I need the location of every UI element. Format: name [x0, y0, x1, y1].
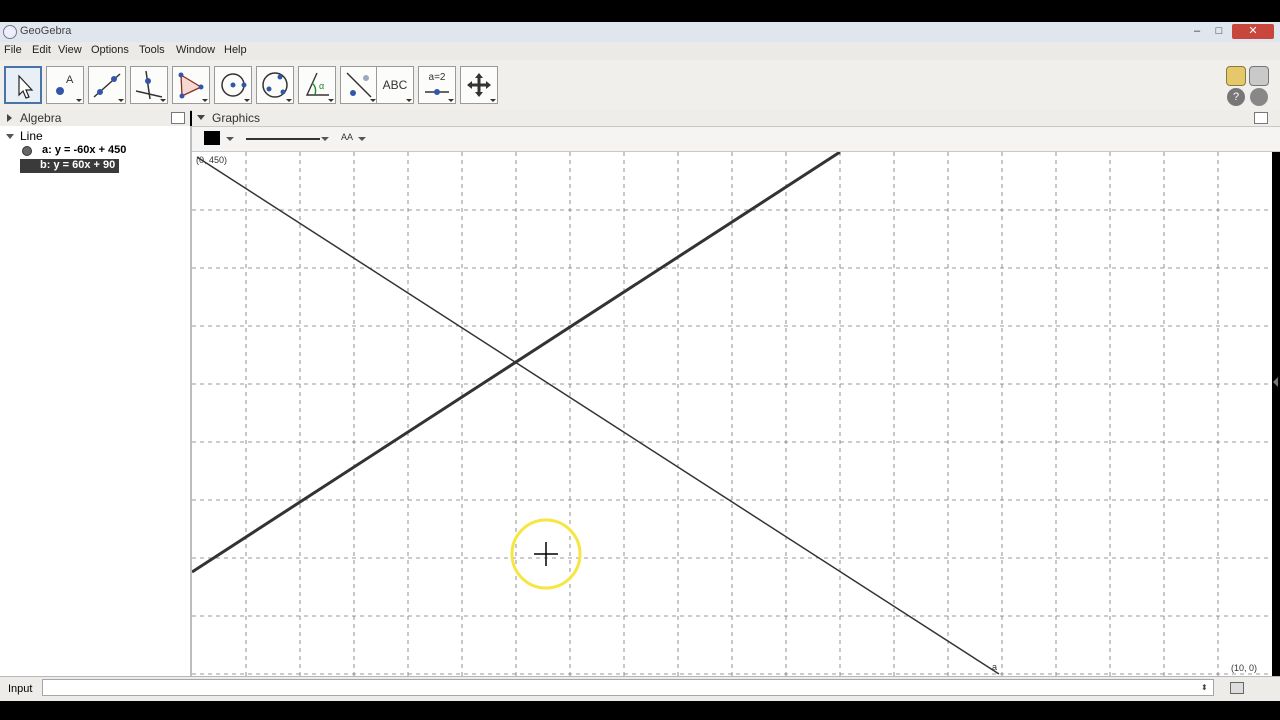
visibility-toggle-icon[interactable] — [22, 146, 32, 156]
graphics-view-title: Graphics — [212, 111, 261, 125]
text-tool-button[interactable]: ABC — [376, 66, 414, 104]
slider-tool-label: a=2 — [428, 72, 446, 83]
reflect-line-icon — [346, 72, 372, 98]
menu-window[interactable]: Window — [176, 44, 215, 56]
conic-icon — [262, 72, 288, 98]
line-icon — [93, 73, 121, 98]
algebra-view-title: Algebra — [20, 111, 62, 125]
polygon-icon — [178, 72, 204, 99]
label-style-button[interactable]: AA — [341, 132, 353, 142]
menu-view[interactable]: View — [58, 44, 82, 56]
point-label-bottom-right: (10, 0) — [1231, 663, 1258, 673]
minimize-button[interactable]: – — [1186, 24, 1208, 39]
color-swatch[interactable] — [204, 131, 220, 145]
point-label-top-left: (0, 450) — [196, 155, 228, 165]
expand-group-icon[interactable] — [6, 134, 14, 139]
toolbar: A α ABC a=2 ? — [0, 60, 1280, 111]
chevron-down-icon[interactable] — [321, 137, 329, 141]
algebra-view-header: Algebra — [0, 110, 190, 127]
point-tool-button[interactable]: A — [46, 66, 84, 104]
move-graphics-view-tool-button[interactable] — [460, 66, 498, 104]
chevron-down-icon[interactable] — [226, 137, 234, 141]
move-tool-button[interactable] — [4, 66, 42, 104]
polygon-tool-button[interactable] — [172, 66, 210, 104]
collapse-triangle-icon[interactable] — [7, 114, 12, 122]
circle-icon — [221, 73, 247, 97]
input-history-arrows-icon[interactable]: ⬍ — [1201, 683, 1208, 692]
algebra-group-label: Line — [20, 129, 43, 143]
algebra-item-a[interactable]: a: y = -60x + 450 — [42, 144, 126, 156]
svg-text:A: A — [66, 74, 74, 86]
keyboard-icon[interactable] — [1230, 682, 1244, 694]
chevron-down-icon[interactable] — [358, 137, 366, 141]
style-bar: AA — [192, 127, 1280, 152]
arrow-cursor-icon — [18, 74, 34, 99]
algebra-item-b-selected[interactable]: b: y = 60x + 90 — [20, 159, 119, 173]
reflect-tool-button[interactable] — [340, 66, 378, 104]
collapse-triangle-icon[interactable] — [197, 115, 205, 120]
move-cross-arrows-icon — [467, 73, 491, 97]
line-tool-button[interactable] — [88, 66, 126, 104]
menu-tools[interactable]: Tools — [139, 44, 165, 56]
redo-icon[interactable] — [1249, 66, 1269, 86]
text-tool-label: ABC — [382, 78, 408, 92]
perpendicular-line-tool-button[interactable] — [130, 66, 168, 104]
algebra-view: Line a: y = -60x + 450 b: y = 60x + 90 — [0, 126, 192, 676]
close-window-button[interactable]: ✕ — [1232, 24, 1274, 39]
settings-gear-icon[interactable] — [1250, 88, 1268, 106]
perpendicular-line-icon — [135, 70, 163, 100]
menu-help[interactable]: Help — [224, 44, 247, 56]
close-view-icon[interactable] — [1254, 112, 1268, 124]
conic-tool-button[interactable] — [256, 66, 294, 104]
input-field[interactable] — [42, 679, 1214, 696]
side-panel-toggle-icon[interactable] — [1273, 377, 1278, 387]
menu-edit[interactable]: Edit — [32, 44, 51, 56]
graphics-view-header: Graphics — [192, 110, 1280, 127]
slider-tool-button[interactable]: a=2 — [418, 66, 456, 104]
undo-icon[interactable] — [1226, 66, 1246, 86]
window-title-bar: GeoGebra – □ ✕ — [0, 22, 1280, 42]
graphics-view[interactable]: (0, 450) a (10, 0) — [192, 152, 1272, 676]
help-icon[interactable]: ? — [1227, 88, 1245, 106]
graphics-canvas[interactable] — [192, 152, 1272, 676]
line-style-selector[interactable] — [246, 138, 320, 140]
angle-tool-button[interactable]: α — [298, 66, 336, 104]
circle-tool-button[interactable] — [214, 66, 252, 104]
point-icon: A — [56, 74, 74, 95]
menu-file[interactable]: File — [4, 44, 22, 56]
close-view-icon[interactable] — [171, 112, 185, 124]
geogebra-logo-icon — [3, 25, 17, 39]
line-a[interactable] — [196, 156, 1000, 675]
input-label: Input — [8, 683, 33, 695]
grid — [192, 152, 1272, 676]
menu-bar: File Edit View Options Tools Window Help — [0, 42, 1280, 60]
line-a-label: a — [992, 662, 998, 672]
maximize-button[interactable]: □ — [1208, 24, 1230, 39]
window-title: GeoGebra — [20, 25, 72, 37]
angle-icon: α — [305, 72, 329, 96]
svg-text:α: α — [319, 81, 324, 91]
menu-options[interactable]: Options — [91, 44, 129, 56]
